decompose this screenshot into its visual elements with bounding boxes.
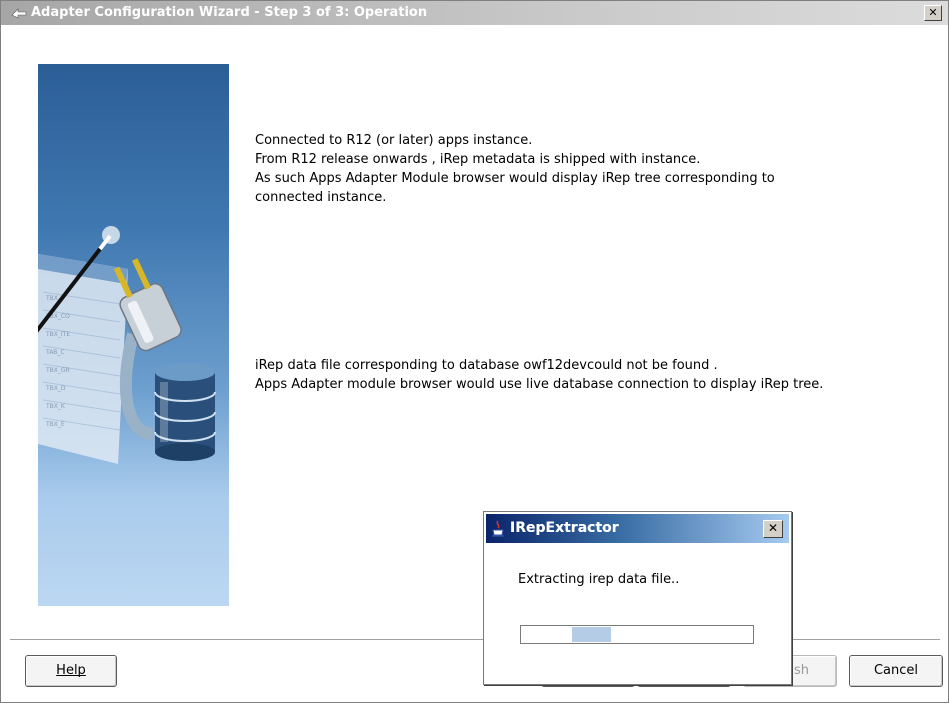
close-button[interactable]: ✕	[924, 5, 942, 21]
svg-text:TBX_E: TBX_E	[45, 421, 65, 428]
help-button[interactable]: Help	[25, 655, 117, 687]
message-line: Connected to R12 (or later) apps instanc…	[255, 133, 533, 148]
message-line: As such Apps Adapter Module browser woul…	[255, 171, 775, 186]
message-line: Apps Adapter module browser would use li…	[255, 377, 824, 392]
wizard-window: Adapter Configuration Wizard - Step 3 of…	[0, 0, 949, 703]
cancel-button[interactable]: Cancel	[849, 655, 943, 687]
message-line: From R12 release onwards , iRep metadata…	[255, 152, 701, 167]
connection-info-text: Connected to R12 (or later) apps instanc…	[255, 131, 775, 207]
wizard-icon	[11, 8, 27, 19]
plug-database-illustration: TBX_ TBX_CO TBX_ITE TAB_C TBX_GR TBX_D T…	[38, 226, 216, 464]
side-illustration: TBX_ TBX_CO TBX_ITE TAB_C TBX_GR TBX_D T…	[38, 64, 229, 606]
message-line: iRep data file corresponding to database…	[255, 358, 718, 373]
message-line: connected instance.	[255, 190, 387, 205]
window-title: Adapter Configuration Wizard - Step 3 of…	[31, 5, 428, 20]
progress-bar	[520, 625, 754, 644]
svg-text:TAB_C: TAB_C	[45, 349, 65, 356]
title-bar[interactable]: Adapter Configuration Wizard - Step 3 of…	[1, 1, 948, 25]
finish-button-label: sh	[794, 663, 810, 678]
button-bar-separator	[10, 639, 940, 641]
irep-file-info-text: iRep data file corresponding to database…	[255, 356, 823, 394]
svg-text:TBX_ITE: TBX_ITE	[45, 331, 70, 338]
svg-text:TBX_GR: TBX_GR	[45, 367, 70, 374]
svg-text:TBX_D: TBX_D	[45, 385, 66, 392]
popup-message: Extracting irep data file..	[518, 572, 680, 587]
close-icon: ✕	[928, 6, 938, 19]
cancel-button-label: Cancel	[873, 663, 919, 678]
progress-indicator	[572, 627, 611, 642]
popup-close-button[interactable]: ✕	[763, 520, 783, 538]
irep-extractor-dialog: IRepExtractor ✕ Extracting irep data fil…	[483, 511, 792, 685]
popup-title-bar[interactable]: IRepExtractor ✕	[486, 514, 789, 543]
svg-text:TBX_K: TBX_K	[45, 403, 66, 410]
help-button-label: Help	[56, 663, 86, 678]
popup-title: IRepExtractor	[510, 520, 619, 536]
close-icon: ✕	[767, 521, 779, 535]
java-cup-icon	[492, 520, 504, 537]
